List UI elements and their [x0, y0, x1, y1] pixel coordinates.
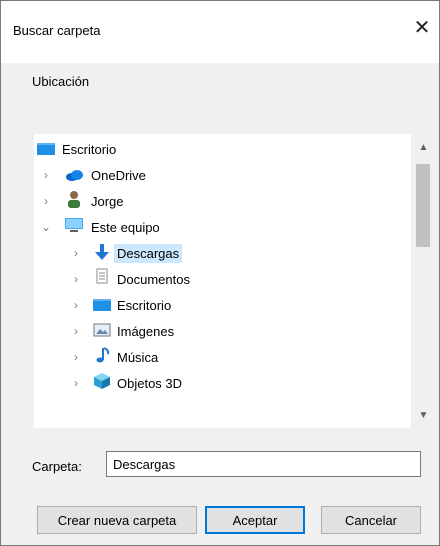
- tree-item-music[interactable]: › Música: [34, 344, 402, 370]
- tree-item-user[interactable]: › Jorge: [34, 188, 402, 214]
- tree-item-label: Música: [117, 349, 159, 365]
- browse-folder-dialog: Buscar carpeta ✕ Ubicación Escritorio › …: [0, 0, 440, 546]
- tree-item-label: Jorge: [91, 193, 124, 209]
- desktop-icon: [93, 299, 111, 311]
- music-icon: [96, 347, 110, 363]
- onedrive-icon: [66, 170, 83, 181]
- folder-label: Carpeta:: [32, 459, 82, 474]
- tree-item-label: OneDrive: [91, 167, 146, 183]
- tree-item-3d-objects[interactable]: › Objetos 3D: [34, 370, 402, 396]
- scroll-up-icon[interactable]: ▲: [411, 138, 436, 158]
- new-folder-button[interactable]: Crear nueva carpeta: [37, 506, 197, 534]
- tree-item-label: Este equipo: [91, 219, 160, 235]
- tree-item-label: Imágenes: [117, 323, 175, 339]
- tree-item-pictures[interactable]: › Imágenes: [34, 318, 402, 344]
- computer-icon: [65, 218, 83, 232]
- expand-chevron-icon[interactable]: ›: [70, 376, 82, 390]
- tree-item-label: Descargas: [114, 243, 183, 263]
- documents-icon: [96, 268, 108, 284]
- tree-item-desktop-root[interactable]: Escritorio: [34, 136, 402, 162]
- tree-item-desktop[interactable]: › Escritorio: [34, 292, 402, 318]
- tree-item-this-pc[interactable]: ⌄ Este equipo: [34, 214, 402, 240]
- expand-chevron-icon[interactable]: ›: [40, 168, 52, 182]
- desktop-icon: [37, 143, 55, 155]
- downloads-icon: [95, 244, 109, 260]
- expand-chevron-icon[interactable]: ›: [70, 324, 82, 338]
- scrollbar-thumb[interactable]: [416, 164, 430, 247]
- tree-item-documents[interactable]: › Documentos: [34, 266, 402, 292]
- folder-name-input[interactable]: [106, 451, 421, 477]
- ok-button[interactable]: Aceptar: [205, 506, 305, 534]
- title-bar: Buscar carpeta ✕: [1, 1, 439, 63]
- scroll-down-icon[interactable]: ▼: [411, 406, 436, 426]
- cancel-button[interactable]: Cancelar: [321, 506, 421, 534]
- tree-item-label: Documentos: [117, 271, 190, 287]
- folder-tree[interactable]: Escritorio › OneDrive › Jorge ⌄ Este equ…: [34, 134, 436, 428]
- tree-item-onedrive[interactable]: › OneDrive: [34, 162, 402, 188]
- tree-item-downloads[interactable]: › Descargas: [34, 240, 402, 266]
- objects-3d-icon: [94, 373, 110, 389]
- tree-item-label: Objetos 3D: [117, 375, 183, 391]
- expand-chevron-icon[interactable]: ›: [70, 298, 82, 312]
- expand-chevron-icon[interactable]: ›: [40, 194, 52, 208]
- tree-item-label: Escritorio: [117, 297, 172, 313]
- close-icon[interactable]: ✕: [411, 17, 433, 39]
- expand-chevron-icon[interactable]: ›: [70, 350, 82, 364]
- expand-chevron-icon[interactable]: ›: [70, 246, 82, 260]
- tree-item-label: Escritorio: [62, 141, 117, 157]
- collapse-chevron-icon[interactable]: ⌄: [40, 220, 52, 234]
- pictures-icon: [93, 323, 111, 337]
- user-icon: [68, 191, 80, 208]
- dialog-description: Ubicación: [32, 74, 90, 89]
- expand-chevron-icon[interactable]: ›: [70, 272, 82, 286]
- tree-scrollbar[interactable]: ▲ ▼: [411, 134, 436, 428]
- dialog-title: Buscar carpeta: [13, 23, 101, 38]
